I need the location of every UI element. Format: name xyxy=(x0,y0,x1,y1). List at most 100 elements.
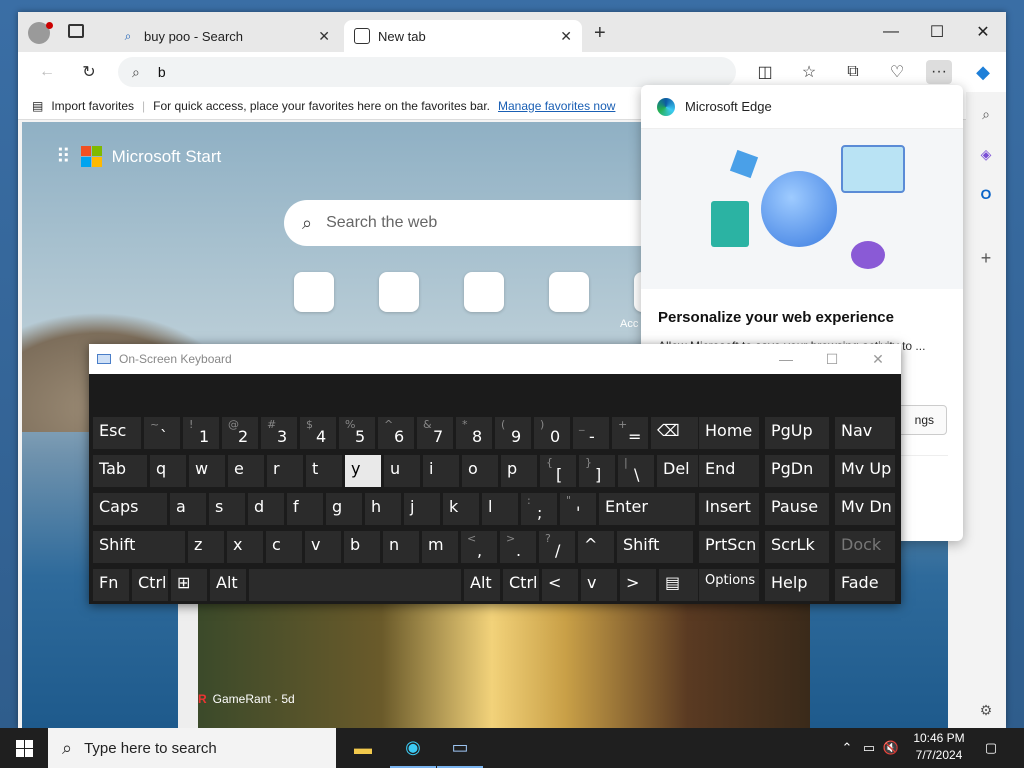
key-4[interactable]: $4 xyxy=(299,416,337,450)
key-[interactable]: {[ xyxy=(539,454,577,488)
key-end[interactable]: End xyxy=(698,454,760,488)
key-[interactable]: > xyxy=(619,568,657,602)
notifications-icon[interactable]: ▢ xyxy=(982,738,1000,758)
key-Alt[interactable]: Alt xyxy=(463,568,501,602)
news-card[interactable]: R GameRant · 5d xyxy=(178,592,810,728)
osk-maximize-button[interactable]: ☐ xyxy=(809,344,855,374)
key-Enter[interactable]: Enter xyxy=(598,492,696,526)
key-r[interactable]: r xyxy=(266,454,304,488)
key-insert[interactable]: Insert xyxy=(698,492,760,526)
settings-gear-icon[interactable]: ⚙ xyxy=(974,698,998,722)
tab-search[interactable]: ⌕ buy poo - Search ✕ xyxy=(110,20,340,52)
key-Esc[interactable]: Esc xyxy=(92,416,142,450)
key-q[interactable]: q xyxy=(149,454,187,488)
key-[interactable]: :; xyxy=(520,492,558,526)
key-pgdn[interactable]: PgDn xyxy=(764,454,830,488)
key-i[interactable]: i xyxy=(422,454,460,488)
edge-taskbar-icon[interactable]: ◉ xyxy=(390,728,436,768)
quick-link-tile[interactable] xyxy=(379,272,419,312)
key-s[interactable]: s xyxy=(208,492,246,526)
tab-newtab[interactable]: New tab ✕ xyxy=(344,20,582,52)
key-[interactable]: ? / xyxy=(538,530,576,564)
key-y[interactable]: y xyxy=(344,454,382,488)
network-icon[interactable]: ▭ xyxy=(860,738,878,758)
key-pause[interactable]: Pause xyxy=(764,492,830,526)
copilot-icon[interactable]: ◆ xyxy=(970,60,996,84)
favorites-icon[interactable]: ☆ xyxy=(796,60,822,84)
quick-link-tile[interactable] xyxy=(294,272,334,312)
new-tab-plus-icon[interactable]: + xyxy=(594,22,606,45)
key-Caps[interactable]: Caps xyxy=(92,492,168,526)
key-help[interactable]: Help xyxy=(764,568,830,602)
key-prtscn[interactable]: PrtScn xyxy=(698,530,760,564)
osk-taskbar-icon[interactable]: ▭ xyxy=(437,728,483,768)
key-f[interactable]: f xyxy=(286,492,324,526)
more-options-icon[interactable]: ··· xyxy=(926,60,952,84)
add-app-icon[interactable]: + xyxy=(974,246,998,270)
key-u[interactable]: u xyxy=(383,454,421,488)
key-[interactable]: ~ ` xyxy=(143,416,181,450)
key-z[interactable]: z xyxy=(187,530,225,564)
key-scrlk[interactable]: ScrLk xyxy=(764,530,830,564)
quick-link-tile[interactable] xyxy=(549,272,589,312)
close-window-button[interactable]: ✕ xyxy=(960,18,1006,46)
outlook-icon[interactable]: O xyxy=(974,182,998,206)
key-5[interactable]: % 5 xyxy=(338,416,376,450)
key-Del[interactable]: Del xyxy=(656,454,700,488)
key-[interactable]: ▤ xyxy=(658,568,700,602)
key-Tab[interactable]: Tab xyxy=(92,454,148,488)
key-3[interactable]: #3 xyxy=(260,416,298,450)
collections-icon[interactable]: ⧉ xyxy=(840,60,866,84)
manage-favorites-link[interactable]: Manage favorites now xyxy=(498,99,615,113)
key-o[interactable]: o xyxy=(461,454,499,488)
key-[interactable]: <, xyxy=(460,530,498,564)
osk-close-button[interactable]: ✕ xyxy=(855,344,901,374)
maximize-button[interactable]: ☐ xyxy=(914,18,960,46)
key-j[interactable]: j xyxy=(403,492,441,526)
key-Alt[interactable]: Alt xyxy=(209,568,247,602)
key-Shift[interactable]: Shift xyxy=(616,530,694,564)
key-v[interactable]: v xyxy=(304,530,342,564)
tab-actions-icon[interactable] xyxy=(68,24,84,38)
key-b[interactable]: b xyxy=(343,530,381,564)
key-x[interactable]: x xyxy=(226,530,264,564)
key-[interactable]: | \ xyxy=(617,454,655,488)
key-2[interactable]: @2 xyxy=(221,416,259,450)
browser-essentials-icon[interactable]: ♡ xyxy=(884,60,910,84)
key-[interactable]: }] xyxy=(578,454,616,488)
key-h[interactable]: h xyxy=(364,492,402,526)
key-[interactable]: >. xyxy=(499,530,537,564)
refresh-icon[interactable]: ↻ xyxy=(76,60,102,84)
key-nav[interactable]: Nav xyxy=(834,416,896,450)
key-space[interactable] xyxy=(248,568,462,602)
key-v[interactable]: v xyxy=(580,568,618,602)
key-n[interactable]: n xyxy=(382,530,420,564)
key-d[interactable]: d xyxy=(247,492,285,526)
key-dock[interactable]: Dock xyxy=(834,530,896,564)
osk-minimize-button[interactable]: — xyxy=(763,344,809,374)
key-8[interactable]: * 8 xyxy=(455,416,493,450)
quick-link-tile[interactable] xyxy=(464,272,504,312)
import-favorites-button[interactable]: Import favorites xyxy=(51,99,134,113)
back-icon[interactable]: ← xyxy=(34,60,60,84)
close-tab-icon[interactable]: ✕ xyxy=(318,28,330,45)
file-explorer-icon[interactable]: ▬ xyxy=(340,728,386,768)
key-g[interactable]: g xyxy=(325,492,363,526)
key-[interactable]: _ - xyxy=(572,416,610,450)
key-fade[interactable]: Fade xyxy=(834,568,896,602)
key-Shift[interactable]: Shift xyxy=(92,530,186,564)
key-Ctrl[interactable]: Ctrl xyxy=(131,568,169,602)
search-icon[interactable]: ⌕ xyxy=(974,102,998,126)
address-bar[interactable]: ⌕ b xyxy=(118,57,736,87)
key-mvdn[interactable]: Mv Dn xyxy=(834,492,896,526)
key-Ctrl[interactable]: Ctrl xyxy=(502,568,540,602)
key-[interactable]: ⊞ xyxy=(170,568,208,602)
key-home[interactable]: Home xyxy=(698,416,760,450)
clock[interactable]: 10:46 PM 7/7/2024 xyxy=(904,730,974,764)
key-p[interactable]: p xyxy=(500,454,538,488)
key-c[interactable]: c xyxy=(265,530,303,564)
key-mvup[interactable]: Mv Up xyxy=(834,454,896,488)
key-l[interactable]: l xyxy=(481,492,519,526)
show-hidden-icons-icon[interactable]: ⌃ xyxy=(838,738,856,758)
key-1[interactable]: ! 1 xyxy=(182,416,220,450)
